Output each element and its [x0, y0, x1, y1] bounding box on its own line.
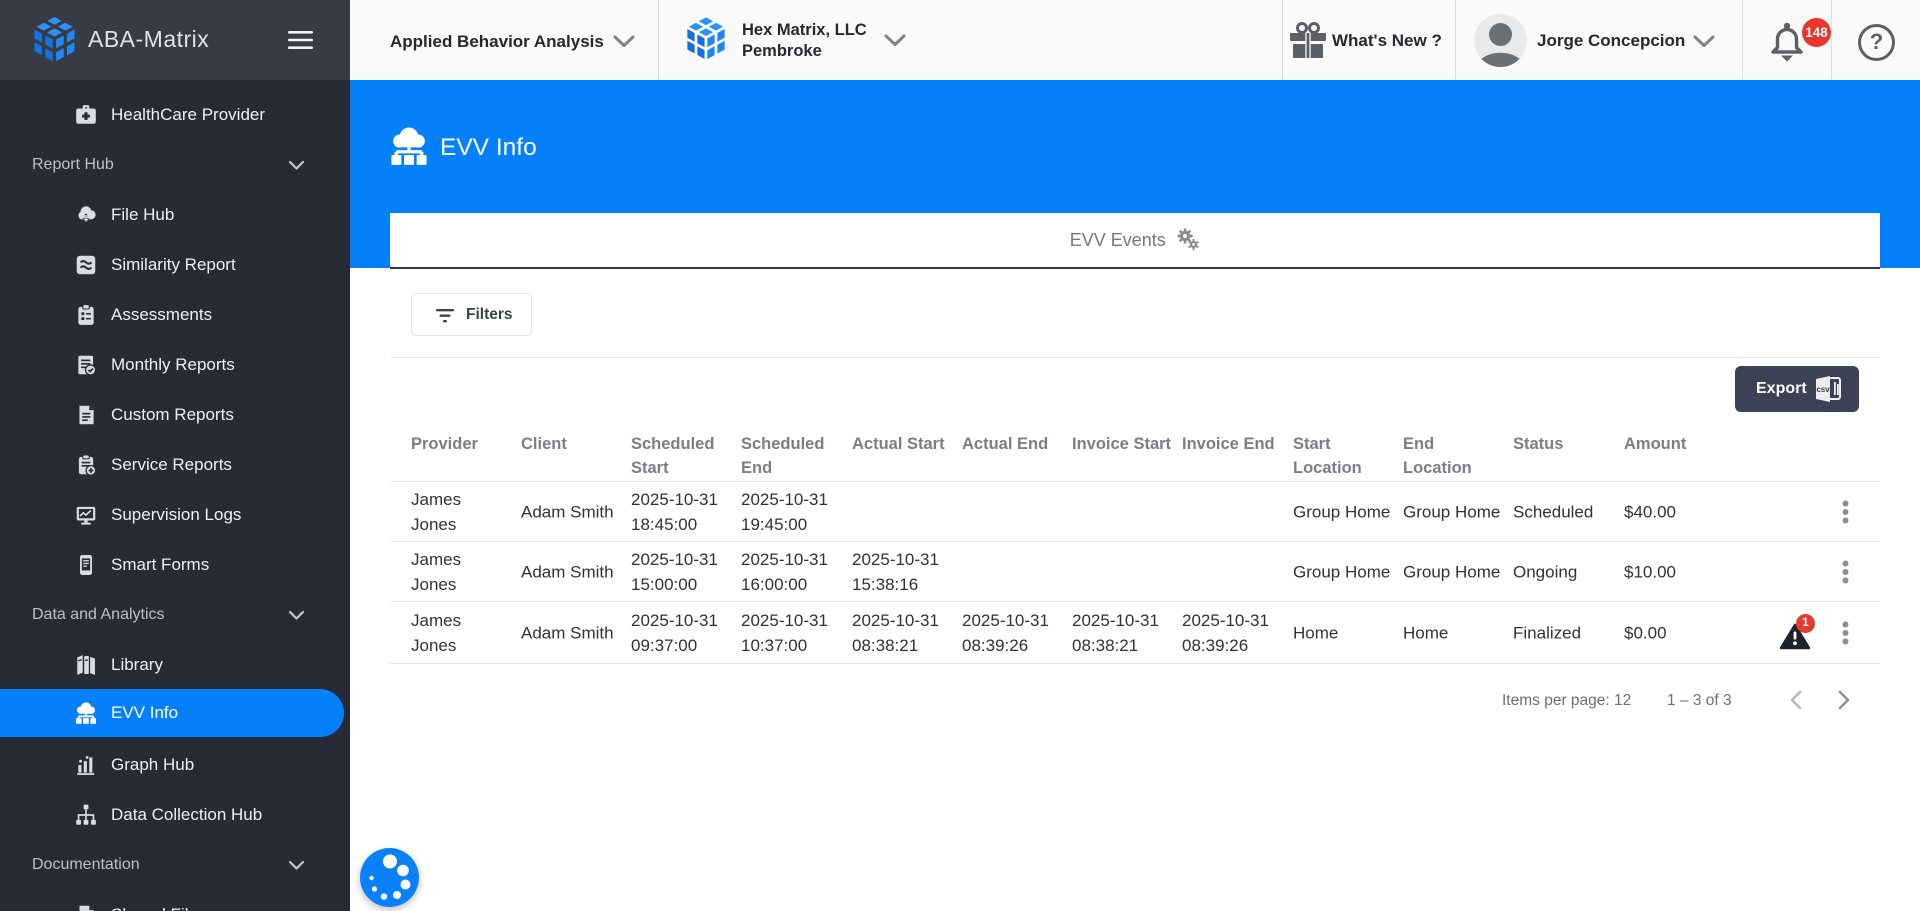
svg-text:csv: csv — [1816, 385, 1830, 394]
